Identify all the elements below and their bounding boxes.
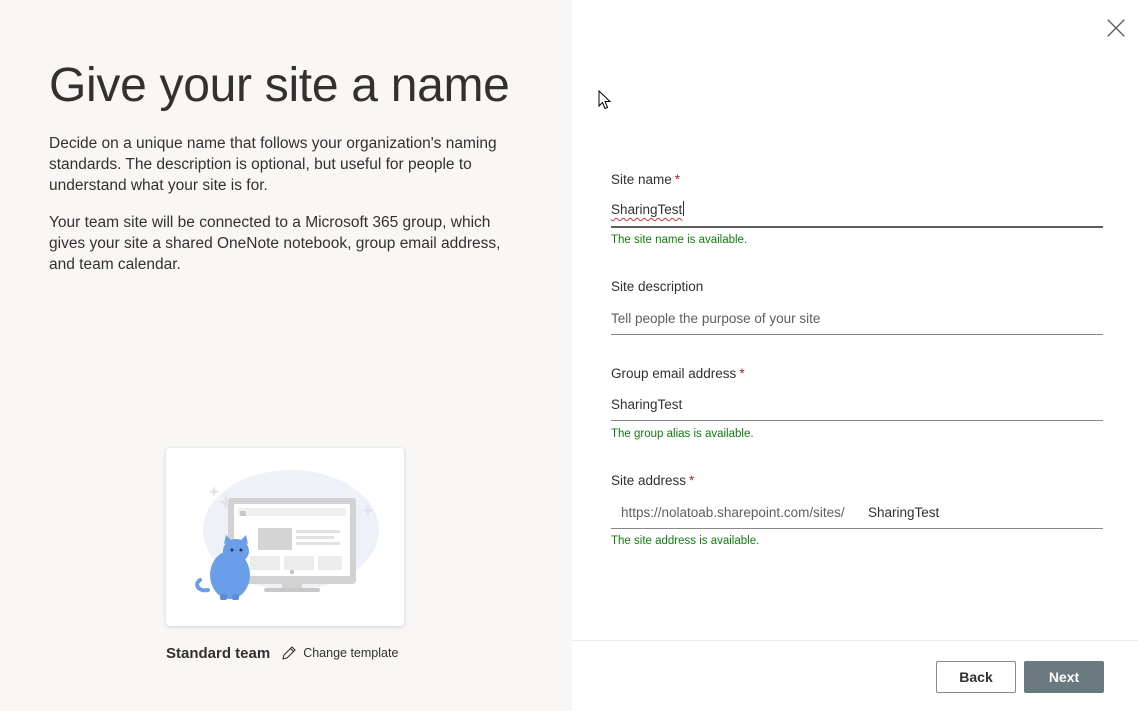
site-name-label: Site name * bbox=[611, 172, 681, 187]
intro-paragraph-group: Your team site will be connected to a Mi… bbox=[49, 214, 501, 273]
group-email-label: Group email address * bbox=[611, 366, 745, 381]
template-name: Standard team bbox=[166, 644, 271, 662]
site-address-label: Site address * bbox=[611, 473, 695, 488]
text-caret bbox=[683, 201, 685, 216]
site-name-required-mark: * bbox=[674, 172, 681, 187]
site-address-availability: The site address is available. bbox=[611, 535, 760, 547]
site-address-field: https://nolatoab.sharepoint.com/sites/ bbox=[611, 497, 1103, 529]
group-email-availability: The group alias is available. bbox=[611, 428, 754, 440]
intro-paragraph-naming: Decide on a unique name that follows you… bbox=[49, 135, 497, 194]
site-address-input[interactable] bbox=[868, 497, 1098, 527]
group-email-field bbox=[611, 389, 1103, 421]
back-button[interactable]: Back bbox=[936, 661, 1016, 693]
site-description-field bbox=[611, 303, 1103, 335]
site-address-prefix: https://nolatoab.sharepoint.com/sites/ bbox=[621, 505, 845, 520]
change-template-label: Change template bbox=[303, 646, 399, 660]
team-site-illustration bbox=[195, 470, 379, 600]
template-preview-card bbox=[166, 448, 404, 626]
group-email-input[interactable] bbox=[611, 389, 1103, 419]
page-title: Give your site a name bbox=[49, 59, 510, 112]
next-button[interactable]: Next bbox=[1024, 661, 1104, 693]
intro-panel: Give your site a name Decide on a unique… bbox=[0, 0, 572, 711]
form-panel bbox=[572, 0, 1138, 711]
footer-divider bbox=[572, 640, 1138, 641]
change-template-link[interactable]: Change template bbox=[280, 645, 398, 662]
close-icon[interactable] bbox=[1104, 16, 1128, 40]
site-description-label: Site description bbox=[611, 279, 704, 294]
group-email-required-mark: * bbox=[739, 366, 745, 381]
pencil-icon bbox=[282, 645, 296, 660]
site-name-availability: The site name is available. bbox=[611, 234, 748, 246]
site-address-required-mark: * bbox=[689, 473, 695, 488]
site-name-input[interactable]: SharingTest bbox=[611, 196, 1103, 228]
mouse-cursor-icon bbox=[598, 90, 612, 110]
site-name-value: SharingTest bbox=[611, 201, 685, 217]
template-row: Standard team Change template bbox=[166, 642, 398, 664]
site-description-input[interactable] bbox=[611, 303, 1103, 333]
